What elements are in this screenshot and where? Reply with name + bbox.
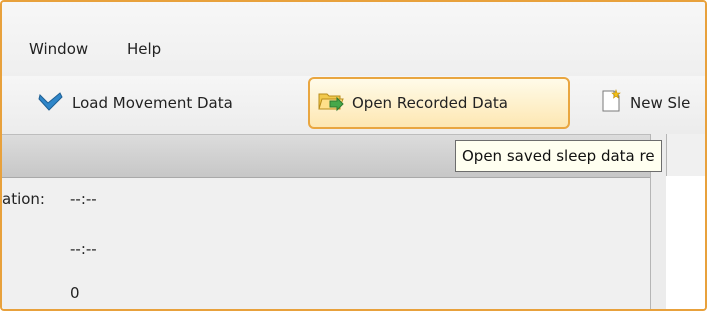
menu-window[interactable]: Window	[29, 40, 88, 58]
load-movement-data-label: Load Movement Data	[72, 94, 233, 112]
new-document-icon	[600, 89, 622, 117]
app-window: Window Help Load Movement Data Open Reco…	[0, 0, 707, 311]
duration-value: --:--	[70, 190, 97, 208]
open-recorded-data-label: Open Recorded Data	[352, 94, 508, 112]
count-value: 0	[70, 284, 80, 302]
tooltip: Open saved sleep data re	[455, 140, 662, 172]
load-movement-data-button[interactable]: Load Movement Data	[38, 77, 233, 129]
open-recorded-data-button[interactable]: Open Recorded Data	[308, 77, 570, 129]
panel-body: ation: --:-- --:-- 0	[2, 178, 650, 309]
new-sleep-label: New Sle	[630, 94, 691, 112]
menu-help[interactable]: Help	[127, 40, 161, 58]
right-pane	[666, 176, 705, 309]
menu-bar: Window Help	[2, 2, 705, 76]
toolbar: Load Movement Data Open Recorded Data Ne…	[2, 76, 705, 134]
new-sleep-button[interactable]: New Sle	[600, 77, 690, 129]
arrow-load-icon	[38, 89, 64, 117]
time-value: --:--	[70, 240, 97, 258]
folder-open-icon	[318, 90, 344, 116]
duration-label: ation:	[2, 190, 45, 208]
